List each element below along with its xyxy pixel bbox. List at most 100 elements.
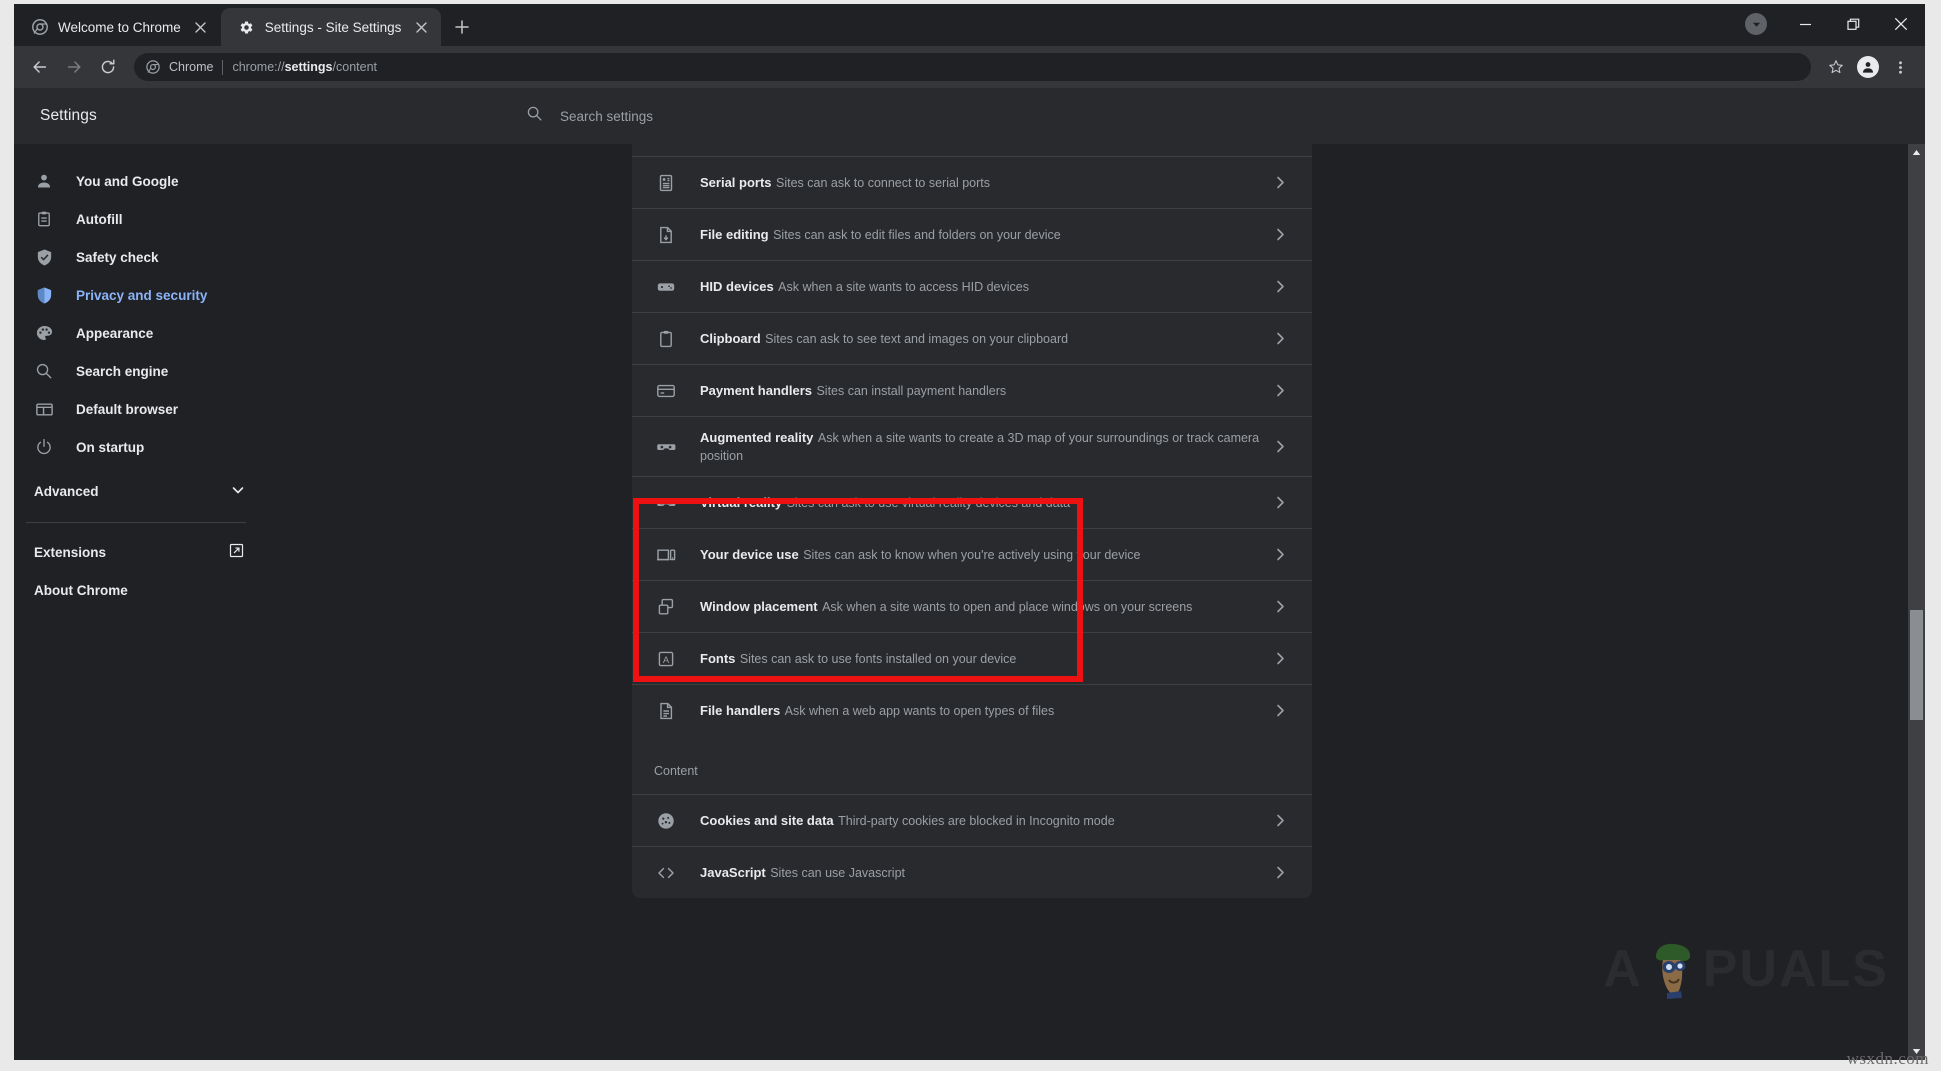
setting-row-desc: Sites can ask to use fonts installed on …: [740, 652, 1017, 666]
file-edit-icon: [654, 223, 678, 247]
power-icon: [34, 437, 54, 457]
new-tab-button[interactable]: [447, 12, 477, 42]
sidebar-item-on-startup[interactable]: On startup: [14, 428, 258, 466]
shield-check-icon: [34, 247, 54, 267]
setting-row-text: Clipboard Sites can ask to see text and …: [700, 329, 1270, 348]
setting-row-serial-ports[interactable]: Serial ports Sites can ask to connect to…: [632, 156, 1312, 208]
site-credit-watermark: wsxdn.com: [1847, 1049, 1929, 1069]
chevron-right-icon: [1270, 384, 1290, 397]
setting-row-hid-devices[interactable]: HID devices Ask when a site wants to acc…: [632, 260, 1312, 312]
tab-strip: Welcome to Chrome Settings - Site Settin…: [14, 4, 1925, 46]
setting-row-desc: Sites can ask to know when you're active…: [803, 548, 1140, 562]
tab-settings-site-settings[interactable]: Settings - Site Settings: [221, 8, 442, 46]
section-spacer: [632, 736, 1312, 764]
sidebar-item-about-chrome[interactable]: About Chrome: [14, 571, 270, 609]
main-scrollbar[interactable]: [1908, 144, 1925, 1060]
person-icon: [34, 171, 54, 191]
profile-avatar-icon[interactable]: [1853, 52, 1883, 82]
setting-row-title: Serial ports: [700, 175, 772, 190]
sidebar-item-autofill[interactable]: Autofill: [14, 200, 258, 238]
setting-row-title: Your device use: [700, 547, 799, 562]
address-bar[interactable]: Chrome chrome://settings/content: [134, 53, 1811, 81]
setting-row-text: Cookies and site data Third-party cookie…: [700, 811, 1270, 830]
sidebar-item-advanced[interactable]: Advanced: [14, 472, 270, 510]
omnibox-url: chrome://settings/content: [232, 60, 377, 74]
chevron-right-icon: [1270, 332, 1290, 345]
clipboard-icon: [654, 327, 678, 351]
sidebar-divider: [26, 522, 246, 523]
tab-title: Settings - Site Settings: [265, 20, 402, 35]
url-suffix: /content: [333, 60, 377, 74]
restore-icon[interactable]: [1829, 4, 1877, 44]
setting-row-desc: Sites can ask to edit files and folders …: [773, 228, 1061, 242]
setting-row-desc: Ask when a web app wants to open types o…: [785, 704, 1055, 718]
search-icon: [34, 361, 54, 381]
sidebar-item-privacy-and-security[interactable]: Privacy and security: [14, 276, 258, 314]
setting-row-virtual-reality[interactable]: Virtual reality Sites can ask to use vir…: [632, 476, 1312, 528]
setting-row-file-handlers[interactable]: File handlers Ask when a web app wants t…: [632, 684, 1312, 736]
setting-row-usb-devices[interactable]: Sites can ask to connect to USB devices: [632, 144, 1312, 156]
setting-row-text: JavaScript Sites can use Javascript: [700, 863, 1270, 882]
setting-row-augmented-reality[interactable]: Augmented reality Ask when a site wants …: [632, 416, 1312, 476]
setting-row-payment-handlers[interactable]: Payment handlers Sites can install payme…: [632, 364, 1312, 416]
sidebar-item-label: Safety check: [76, 250, 159, 265]
setting-row-file-editing[interactable]: File editing Sites can ask to edit files…: [632, 208, 1312, 260]
setting-row-title: File editing: [700, 227, 769, 242]
close-icon[interactable]: [191, 17, 211, 37]
setting-row-window-placement[interactable]: Window placement Ask when a site wants t…: [632, 580, 1312, 632]
close-icon[interactable]: [411, 17, 431, 37]
screenshot-root: Welcome to Chrome Settings - Site Settin…: [0, 0, 1941, 1071]
close-icon[interactable]: [1877, 4, 1925, 44]
setting-row-fonts[interactable]: A Fonts Sites can ask to use fonts insta…: [632, 632, 1312, 684]
tab-welcome-to-chrome[interactable]: Welcome to Chrome: [14, 8, 221, 46]
setting-row-text: Virtual reality Sites can ask to use vir…: [700, 493, 1270, 512]
star-icon[interactable]: [1821, 52, 1851, 82]
sidebar-item-label: Default browser: [76, 402, 178, 417]
font-icon: A: [654, 647, 678, 671]
watermark-brand-suffix: PUALS: [1703, 943, 1889, 995]
search-input[interactable]: Search settings: [560, 109, 653, 124]
clipboard-icon: [34, 209, 54, 229]
forward-arrow-icon[interactable]: [58, 51, 90, 83]
caret-down-badge-icon[interactable]: [1745, 13, 1767, 35]
serial-port-icon: [654, 171, 678, 195]
setting-row-your-device-use[interactable]: Your device use Sites can ask to know wh…: [632, 528, 1312, 580]
sidebar-item-search-engine[interactable]: Search engine: [14, 352, 258, 390]
settings-sidebar: You and Google Autofill: [14, 144, 270, 1060]
setting-row-text: File handlers Ask when a web app wants t…: [700, 701, 1270, 720]
setting-row-text: Your device use Sites can ask to know wh…: [700, 545, 1270, 564]
setting-row-title: Fonts: [700, 651, 735, 666]
sidebar-item-extensions[interactable]: Extensions: [14, 533, 270, 571]
setting-row-cookies-and-site-data[interactable]: Cookies and site data Third-party cookie…: [632, 794, 1312, 846]
sidebar-item-safety-check[interactable]: Safety check: [14, 238, 258, 276]
credit-card-icon: [654, 379, 678, 403]
search-icon: [526, 105, 543, 127]
settings-main-content: Sites can ask to connect to USB devices: [270, 144, 1925, 1060]
sidebar-item-appearance[interactable]: Appearance: [14, 314, 258, 352]
setting-row-clipboard[interactable]: Clipboard Sites can ask to see text and …: [632, 312, 1312, 364]
setting-row-desc: Sites can use Javascript: [770, 866, 905, 880]
sidebar-item-label: Privacy and security: [76, 288, 207, 303]
setting-row-title: Augmented reality: [700, 430, 813, 445]
sidebar-item-you-and-google[interactable]: You and Google: [14, 162, 258, 200]
search-settings-box[interactable]: Search settings: [508, 97, 1056, 135]
url-prefix: chrome://: [232, 60, 284, 74]
sidebar-item-default-browser[interactable]: Default browser: [14, 390, 258, 428]
setting-row-desc: Ask when a site wants to open and place …: [822, 600, 1192, 614]
setting-row-desc: Sites can ask to see text and images on …: [765, 332, 1068, 346]
chevron-right-icon: [1270, 866, 1290, 879]
reload-icon[interactable]: [92, 51, 124, 83]
minimize-icon[interactable]: [1781, 4, 1829, 44]
chevron-right-icon: [1270, 176, 1290, 189]
scroll-up-arrow-icon[interactable]: [1908, 144, 1925, 161]
chevron-right-icon: [1270, 704, 1290, 717]
setting-row-javascript[interactable]: JavaScript Sites can use Javascript: [632, 846, 1312, 898]
scrollbar-thumb[interactable]: [1910, 610, 1923, 720]
back-arrow-icon[interactable]: [24, 51, 56, 83]
chevron-right-icon: [1270, 548, 1290, 561]
chevron-right-icon: [1270, 280, 1290, 293]
setting-row-text: Fonts Sites can ask to use fonts install…: [700, 649, 1270, 668]
window-controls: [1745, 4, 1925, 44]
three-dot-menu-icon[interactable]: [1885, 52, 1915, 82]
watermark-mascot-icon: [1645, 938, 1701, 1000]
